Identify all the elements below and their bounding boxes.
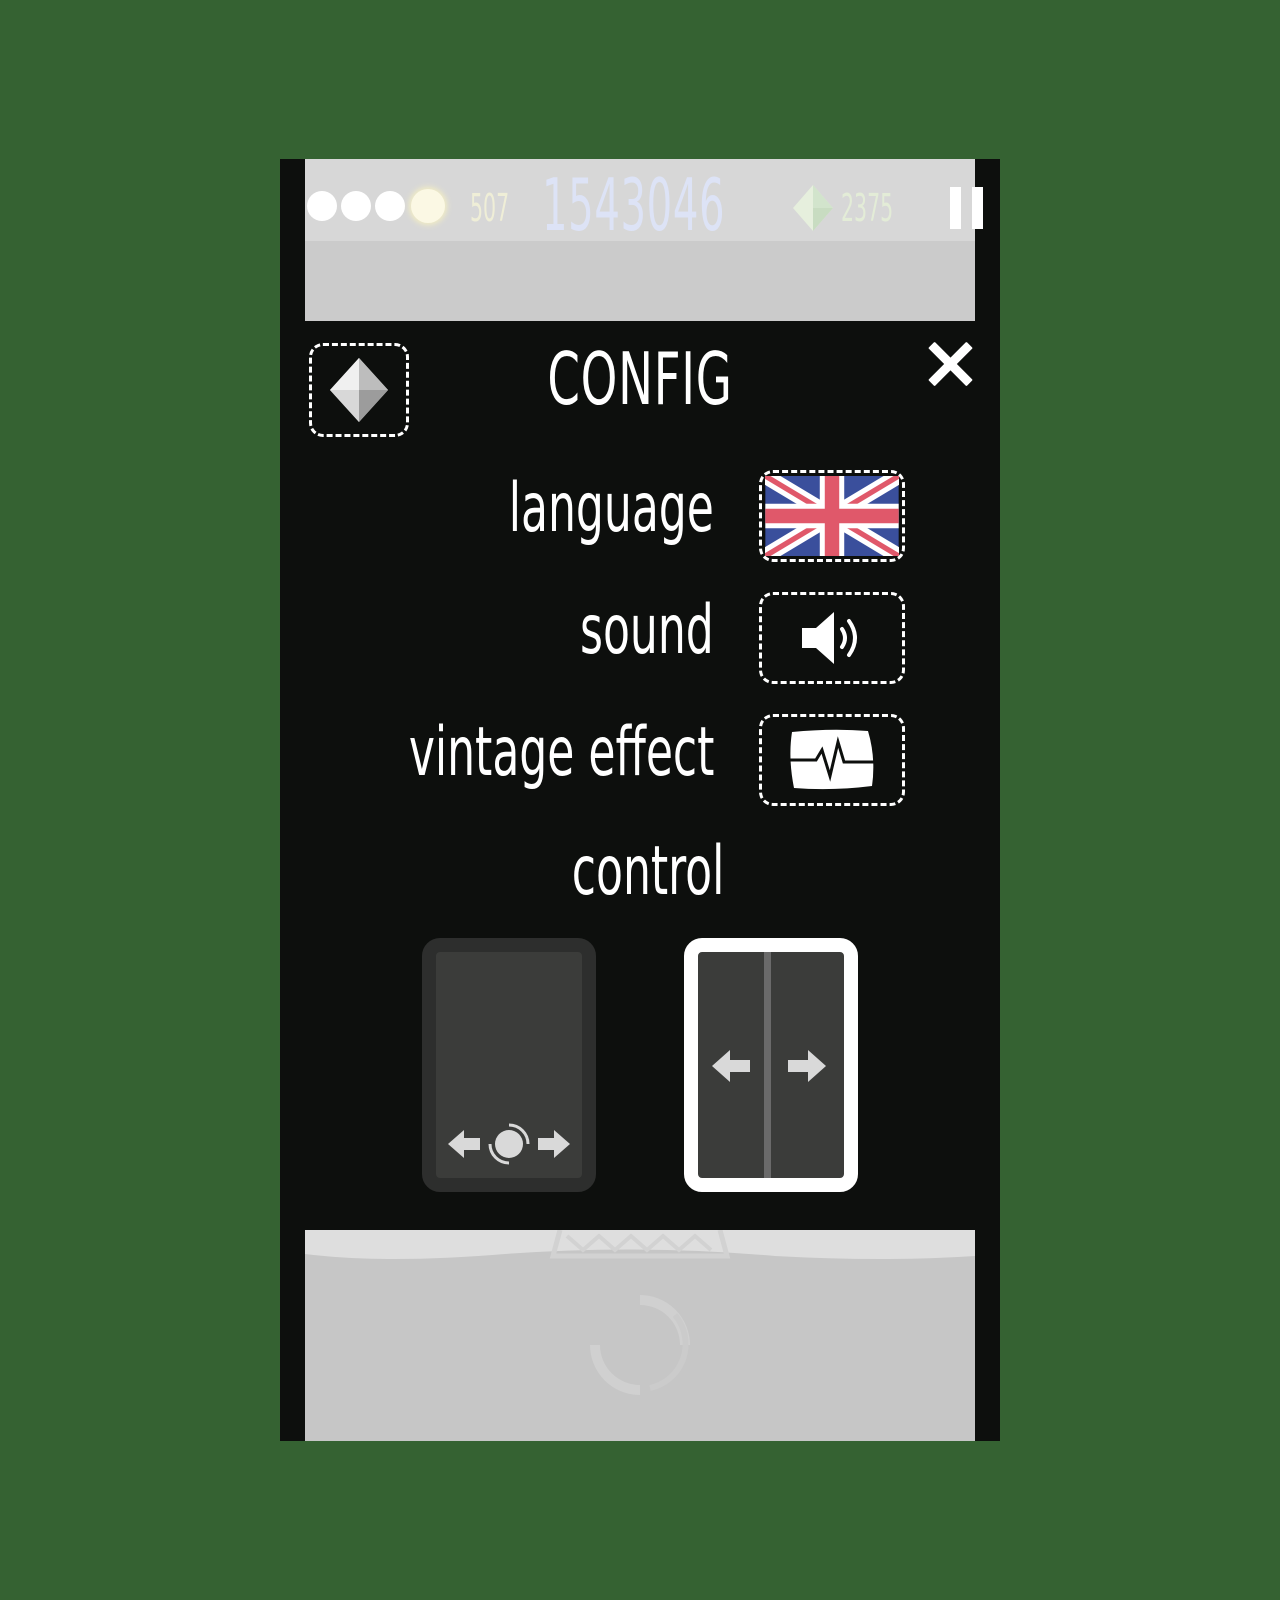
life-ball-icon <box>341 191 371 221</box>
sound-label: sound <box>580 591 714 670</box>
right-arrow-icon <box>788 1050 826 1082</box>
ground-scene <box>305 1230 975 1441</box>
life-ball-icon <box>307 191 337 221</box>
top-hud: 507 1543046 2375 <box>305 159 983 247</box>
gem-icon <box>793 185 833 231</box>
language-button[interactable] <box>759 470 905 562</box>
coin-count: 507 <box>470 186 510 230</box>
pause-button[interactable] <box>950 187 988 229</box>
control-label: control <box>571 832 725 911</box>
life-ball-icon <box>375 191 405 221</box>
joystick-control-option[interactable] <box>422 938 596 1192</box>
joystick-arrows-icon <box>448 1123 570 1165</box>
gem-count: 2375 <box>841 186 894 230</box>
crt-effect-icon <box>788 729 876 790</box>
language-label: language <box>508 469 714 548</box>
diamond-icon <box>330 358 388 422</box>
coin-icon <box>411 189 445 223</box>
sound-toggle-button[interactable] <box>759 592 905 684</box>
page-title: CONFIG <box>547 337 733 421</box>
game-screen: 507 1543046 2375 CONFIG language sound v… <box>280 159 1000 1441</box>
hud-background <box>305 241 975 321</box>
split-screen-control-option[interactable] <box>684 938 858 1192</box>
score: 1543046 <box>542 163 726 247</box>
close-button[interactable] <box>926 341 973 387</box>
speaker-on-icon <box>802 612 857 664</box>
vintage-effect-toggle-button[interactable] <box>759 714 905 806</box>
game-background-bottom <box>305 1230 975 1441</box>
english-flag-icon <box>765 476 899 556</box>
left-arrow-icon <box>712 1050 750 1082</box>
split-divider <box>764 952 771 1178</box>
vintage-effect-label: vintage effect <box>408 713 714 792</box>
